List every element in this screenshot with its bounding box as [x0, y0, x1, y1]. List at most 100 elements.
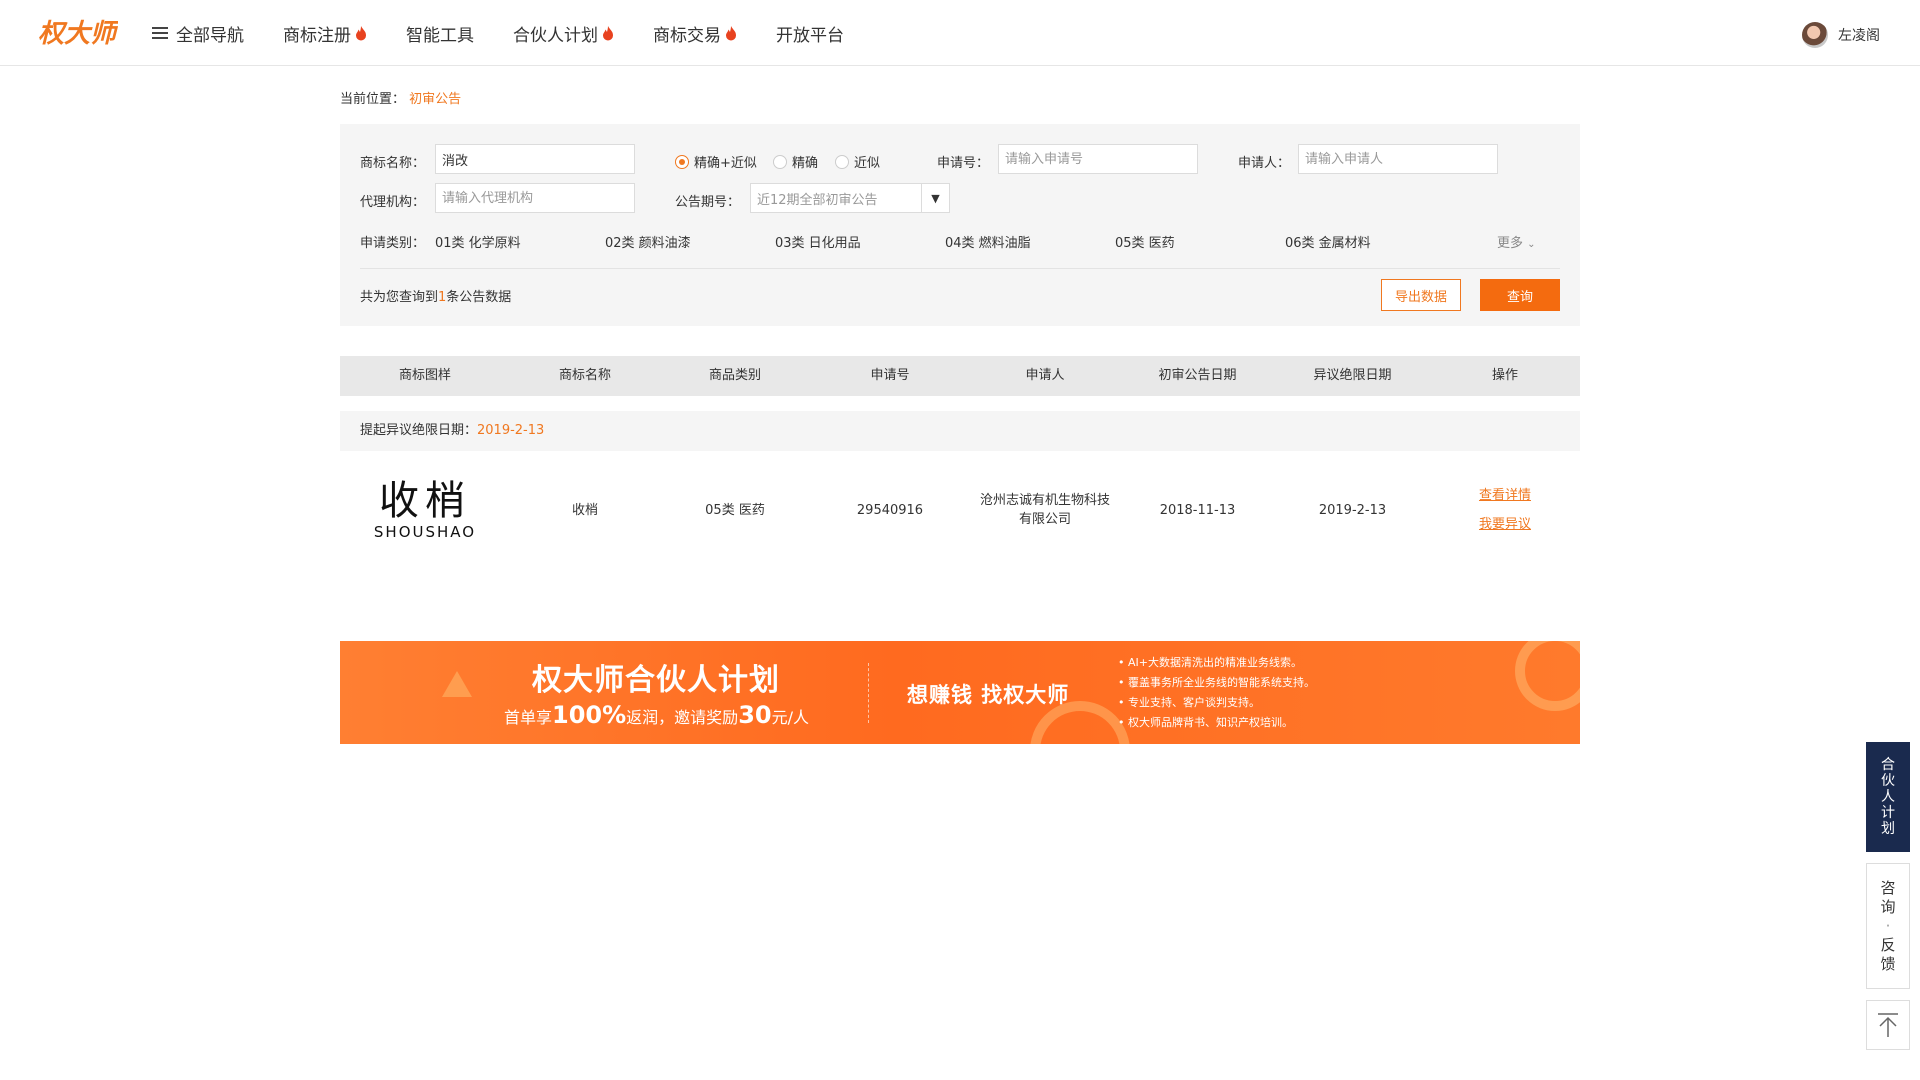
user-name: 左凌阁: [1838, 28, 1880, 44]
group-date: 2019-2-13: [477, 423, 545, 438]
search-panel: 商标名称： 精确+近似 精确 近似 申请号： 申请人： 代理机构： 公告期号： …: [340, 124, 1580, 326]
match-exact-radio[interactable]: 精确: [773, 152, 818, 171]
col-action: 操作: [1491, 368, 1518, 383]
side-char: 询: [1880, 897, 1896, 916]
deadline-group-bar: 提起异议绝限日期：2019-2-13: [340, 411, 1580, 451]
sub-b: 100%: [552, 701, 627, 729]
benefit-item: 覆盖事务所全业务线的智能系统支持。: [1118, 673, 1315, 693]
category-03[interactable]: 03类 日化用品: [775, 232, 861, 251]
side-char: 人: [1881, 789, 1895, 805]
breadcrumb-current[interactable]: 初审公告: [409, 92, 461, 107]
applicant-label: 申请人：: [1238, 156, 1291, 171]
col-category: 商品类别: [708, 368, 761, 383]
nav-partner-plan[interactable]: 合伙人计划: [513, 21, 614, 46]
col-pub-date: 初审公告日期: [1158, 368, 1237, 383]
group-label: 提起异议绝限日期：: [360, 423, 478, 438]
benefit-item: 权大师品牌背书、知识产权培训。: [1118, 713, 1315, 733]
nav-trade-label: 商标交易: [653, 25, 721, 46]
cell-action: 查看详情 我要异议: [1430, 460, 1580, 560]
nav-trademark-trade[interactable]: 商标交易: [653, 21, 737, 46]
view-detail-link[interactable]: 查看详情: [1479, 481, 1531, 510]
nav-tools-label: 智能工具: [406, 25, 474, 46]
side-char: 咨: [1880, 878, 1896, 897]
trademark-image-cn: 收梢: [378, 478, 471, 524]
trademark-name-input[interactable]: [435, 144, 635, 174]
triangle-decoration: [442, 671, 472, 697]
col-image: 商标图样: [398, 368, 451, 383]
avatar[interactable]: [1802, 22, 1828, 48]
hot-flame-icon: [726, 25, 736, 40]
chevron-down-icon: ⌄: [1527, 239, 1536, 250]
partner-plan-banner[interactable]: 权大师合伙人计划 首单享100%返润，邀请奖励30元/人 想赚钱 找权大师 AI…: [340, 641, 1580, 744]
side-char: 划: [1881, 821, 1895, 837]
breadcrumb: 当前位置： 初审公告: [340, 88, 461, 107]
cell-app-no: 29540916: [856, 502, 924, 518]
cell-name: 收梢: [571, 502, 598, 518]
category-05[interactable]: 05类 医药: [1115, 232, 1175, 251]
user-menu[interactable]: 左凌阁: [1802, 22, 1880, 48]
nav-open-platform[interactable]: 开放平台: [776, 21, 844, 46]
cell-pub-date: 2018-11-13: [1159, 502, 1236, 518]
nav-all-label: 全部导航: [176, 25, 244, 46]
nav-register-label: 商标注册: [283, 25, 351, 46]
app-no-input[interactable]: [998, 144, 1198, 174]
agent-label: 代理机构：: [360, 195, 426, 210]
more-label: 更多: [1497, 236, 1524, 251]
arrow-up-icon: [1878, 1013, 1898, 1037]
top-header: 权大师 全部导航 商标注册 智能工具 合伙人计划 商标交易 开放平台 左凌阁: [0, 0, 1920, 66]
logo-text: 权大师: [38, 19, 118, 49]
trademark-image[interactable]: 收梢 SHOUSHAO: [340, 460, 510, 560]
nav-all[interactable]: 全部导航: [152, 21, 244, 46]
side-char: 反: [1880, 935, 1896, 954]
issue-select[interactable]: 近12期全部初审公告 ▼: [750, 183, 950, 213]
sub-e: 元/人: [771, 708, 809, 727]
hot-flame-icon: [356, 25, 366, 40]
side-partner-plan-button[interactable]: 合 伙 人 计 划: [1866, 742, 1910, 852]
app-no-label: 申请号：: [937, 156, 990, 171]
applicant-input[interactable]: [1298, 144, 1498, 174]
breadcrumb-prefix: 当前位置：: [340, 92, 406, 107]
side-char: 计: [1881, 805, 1895, 821]
nav-trademark-register[interactable]: 商标注册: [283, 21, 367, 46]
quandashi-logo[interactable]: 权大师: [38, 12, 118, 52]
applicant-line2: 有限公司: [1018, 512, 1071, 527]
col-deadline: 异议绝限日期: [1313, 368, 1392, 383]
side-char: 伙: [1881, 773, 1895, 789]
more-categories-toggle[interactable]: 更多 ⌄: [1497, 232, 1536, 251]
match-exact-similar-radio[interactable]: 精确+近似: [675, 152, 757, 171]
query-button[interactable]: 查询: [1480, 279, 1560, 311]
applicant-line1: 沧州志诚有机生物科技: [979, 493, 1110, 508]
file-objection-link[interactable]: 我要异议: [1479, 510, 1531, 539]
benefit-item: 专业支持、客户谈判支持。: [1118, 693, 1315, 713]
export-data-button[interactable]: 导出数据: [1381, 279, 1461, 311]
nav-smart-tools[interactable]: 智能工具: [406, 21, 474, 46]
radio-unchecked-icon: [835, 154, 849, 169]
coin-decoration: [1515, 641, 1580, 711]
category-02[interactable]: 02类 颜料油漆: [605, 232, 691, 251]
benefit-item: AI+大数据清洗出的精准业务线索。: [1118, 653, 1315, 673]
radio-checked-icon: [675, 154, 689, 169]
category-06[interactable]: 06类 金属材料: [1285, 232, 1371, 251]
side-char: ·: [1885, 916, 1891, 935]
category-04[interactable]: 04类 燃料油脂: [945, 232, 1031, 251]
main-nav: 全部导航 商标注册 智能工具 合伙人计划 商标交易 开放平台: [152, 0, 883, 66]
panel-divider: [360, 268, 1560, 269]
side-char: 馈: [1880, 954, 1896, 973]
side-consult-feedback-button[interactable]: 咨 询 · 反 馈: [1866, 863, 1910, 989]
category-01[interactable]: 01类 化学原料: [435, 232, 521, 251]
category-label: 申请类别：: [360, 236, 426, 251]
match-exact-label: 精确: [792, 156, 819, 171]
table-row: 收梢 SHOUSHAO 收梢 05类 医药 29540916 沧州志诚有机生物科…: [340, 460, 1580, 560]
sub-a: 首单享: [504, 708, 553, 727]
cell-applicant: 沧州志诚有机生物科技 有限公司: [970, 460, 1120, 560]
nav-open-label: 开放平台: [776, 25, 844, 46]
sub-d: 30: [738, 701, 772, 729]
back-to-top-button[interactable]: [1866, 1000, 1910, 1050]
agent-input[interactable]: [435, 183, 635, 213]
match-similar-radio[interactable]: 近似: [835, 152, 880, 171]
match-similar-label: 近似: [854, 156, 881, 171]
trademark-image-en: SHOUSHAO: [373, 523, 477, 541]
banner-separator: [868, 663, 869, 723]
result-table-header: 商标图样 商标名称 商品类别 申请号 申请人 初审公告日期 异议绝限日期 操作: [340, 356, 1580, 396]
banner-benefits: AI+大数据清洗出的精准业务线索。 覆盖事务所全业务线的智能系统支持。 专业支持…: [1118, 653, 1315, 733]
